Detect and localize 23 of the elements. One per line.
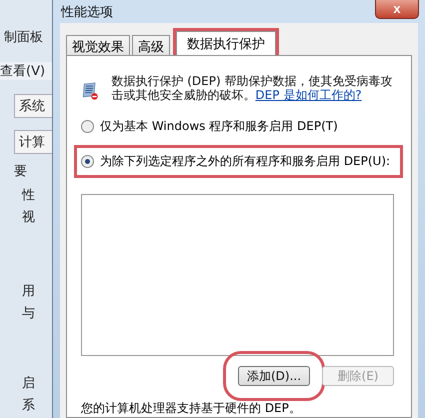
label: 要	[14, 163, 28, 180]
add-button[interactable]: 添加(D)...	[238, 366, 310, 386]
radio-button[interactable]	[81, 155, 94, 168]
label: 系	[22, 397, 36, 414]
description-text: 数据执行保护 (DEP) 帮助保护数据，使其免受病毒攻击或其他安全威胁的破坏。DEP 是如何工作的?	[111, 74, 394, 102]
tab[interactable]: 系统	[14, 94, 52, 118]
tab[interactable]: 计算	[14, 130, 52, 154]
tab[interactable]: 视觉效果	[66, 35, 130, 55]
radio-label[interactable]: 仅为基本 Windows 程序和服务启用 DEP(T)	[100, 118, 338, 135]
radio-button[interactable]	[81, 120, 94, 133]
label: 制面板	[4, 29, 44, 46]
label: 启	[22, 375, 36, 392]
tab[interactable]: 高级	[132, 35, 170, 55]
tab[interactable]: 数据执行保护	[176, 31, 276, 55]
label: 用	[22, 283, 36, 300]
label: 与	[22, 305, 36, 322]
help-link[interactable]: DEP 是如何工作的?	[255, 88, 362, 102]
label: 性	[22, 187, 36, 204]
menu-item[interactable]: 查看(V)	[0, 62, 52, 80]
label: 视	[22, 209, 36, 226]
status-text: 您的计算机处理器支持基于硬件的 DEP。	[81, 400, 302, 417]
program-list[interactable]	[81, 194, 394, 356]
window-title: 性能选项	[61, 4, 113, 20]
